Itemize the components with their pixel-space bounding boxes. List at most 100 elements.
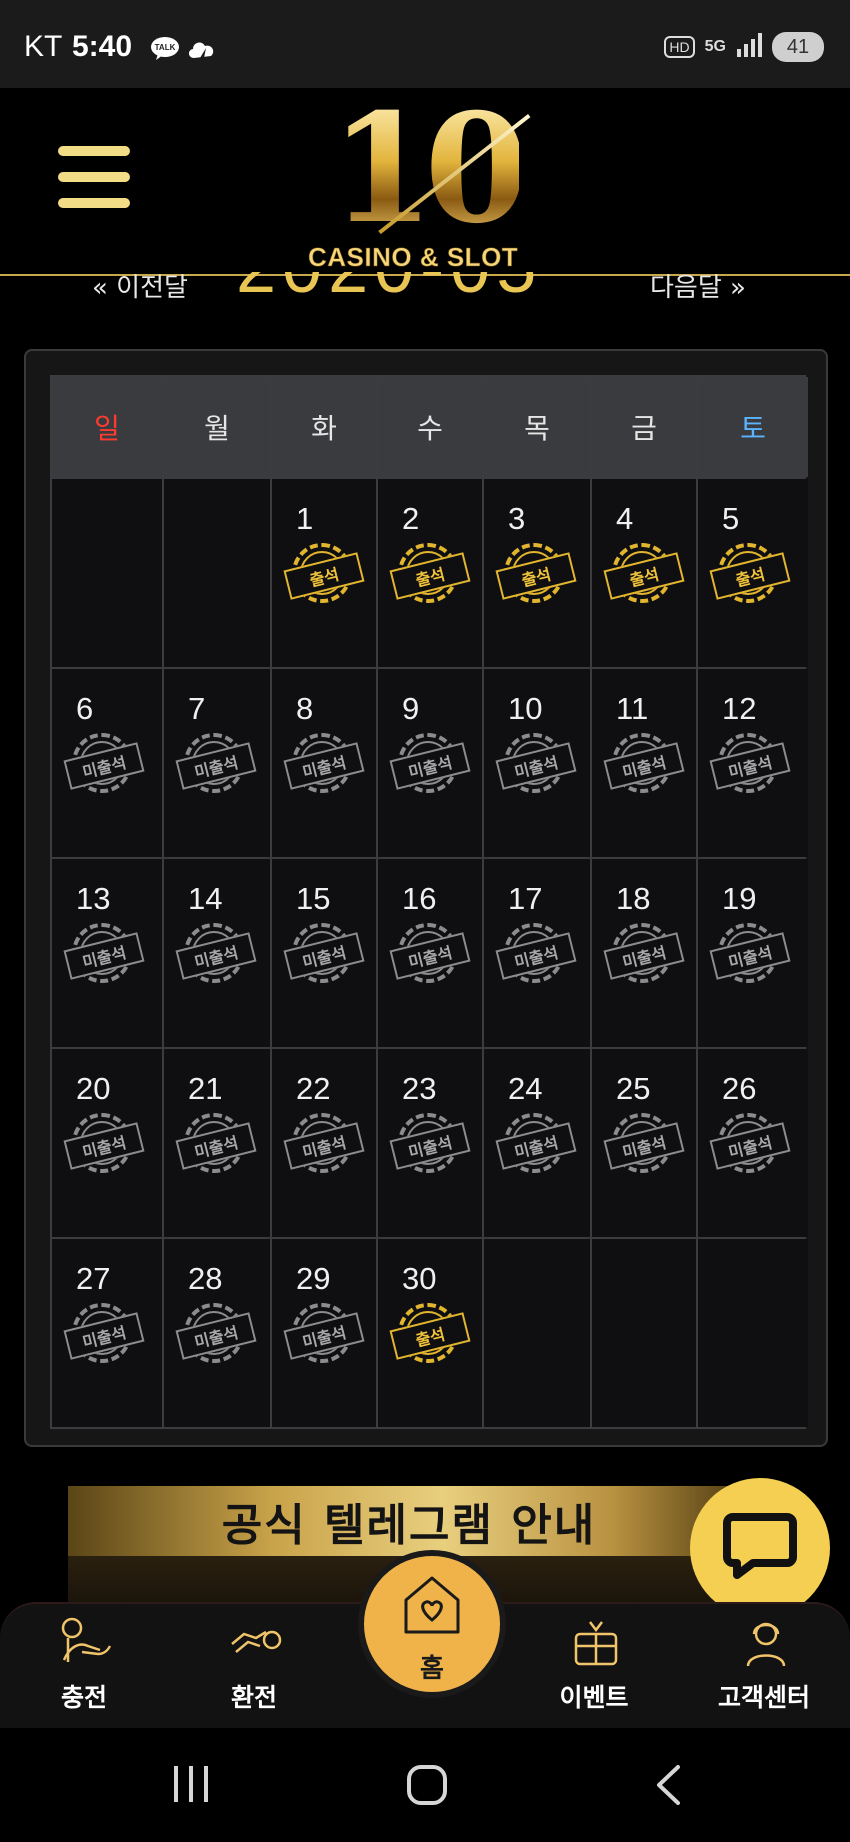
calendar-day-2[interactable]: 2 출석 (378, 479, 482, 667)
day-number: 9 (402, 691, 420, 726)
exchange-hand-icon (230, 1616, 282, 1668)
missed-stamp-icon: 미출석 (603, 1113, 685, 1179)
missed-stamp-icon: 미출석 (495, 733, 577, 799)
calendar-day-1[interactable]: 1 출석 (272, 479, 376, 667)
attended-stamp-icon: 출석 (603, 543, 685, 609)
day-number: 5 (722, 501, 740, 536)
day-number: 12 (722, 691, 757, 726)
nav-event[interactable]: 이벤트 (534, 1604, 654, 1730)
calendar-day-18[interactable]: 18 미출석 (592, 859, 696, 1047)
calendar-day-11[interactable]: 11 미출석 (592, 669, 696, 857)
missed-stamp-icon: 미출석 (175, 923, 257, 989)
calendar-day-12[interactable]: 12 미출석 (698, 669, 808, 857)
missed-stamp-icon: 미출석 (175, 1113, 257, 1179)
system-navigation (0, 1728, 850, 1842)
talk-label: TALK (155, 43, 176, 52)
day-number: 1 (296, 501, 314, 536)
day-number: 20 (76, 1071, 111, 1106)
nav-support[interactable]: 고객센터 (704, 1604, 824, 1730)
calendar-day-empty (484, 1239, 590, 1427)
calendar-day-30[interactable]: 30 출석 (378, 1239, 482, 1427)
hd-icon: HD (664, 36, 695, 58)
calendar-day-28[interactable]: 28 미출석 (164, 1239, 270, 1427)
calendar-day-25[interactable]: 25 미출석 (592, 1049, 696, 1237)
calendar-day-10[interactable]: 10 미출석 (484, 669, 590, 857)
bottom-navigation: 충전 환전 홈 이벤트 고객센터 (0, 1550, 850, 1730)
day-number: 27 (76, 1261, 111, 1296)
casino-logo[interactable]: 10 CASINO & SLOT (300, 94, 550, 272)
calendar-day-empty (164, 479, 270, 667)
day-number: 4 (616, 501, 634, 536)
recent-apps-icon[interactable] (172, 1764, 210, 1808)
calendar-day-19[interactable]: 19 미출석 (698, 859, 808, 1047)
missed-stamp-icon: 미출석 (389, 1113, 471, 1179)
home-system-icon[interactable] (406, 1764, 448, 1810)
calendar-day-23[interactable]: 23 미출석 (378, 1049, 482, 1237)
day-number: 28 (188, 1261, 223, 1296)
day-number: 23 (402, 1071, 437, 1106)
missed-stamp-icon: 미출석 (283, 733, 365, 799)
day-number: 24 (508, 1071, 543, 1106)
nav-home-label: 홈 (420, 1654, 444, 1684)
5g-icon: 5G (704, 38, 726, 55)
weekday-mon: 월 (164, 377, 270, 477)
day-number: 3 (508, 501, 526, 536)
kakaotalk-icon: TALK (150, 36, 180, 64)
attended-stamp-icon: 출석 (495, 543, 577, 609)
day-number: 10 (508, 691, 543, 726)
next-month-link[interactable]: 다음달 » (650, 272, 746, 304)
gift-icon (570, 1616, 618, 1668)
nav-home[interactable]: 홈 (358, 1550, 506, 1698)
battery-indicator: 41 (772, 32, 824, 62)
calendar-day-6[interactable]: 6 미출석 (52, 669, 162, 857)
clock-time: 5:40 (72, 30, 133, 63)
back-icon[interactable] (654, 1764, 682, 1810)
calendar-day-16[interactable]: 16 미출석 (378, 859, 482, 1047)
calendar-day-13[interactable]: 13 미출석 (52, 859, 162, 1047)
calendar-day-3[interactable]: 3 출석 (484, 479, 590, 667)
missed-stamp-icon: 미출석 (709, 1113, 791, 1179)
nav-exchange-label: 환전 (230, 1683, 277, 1712)
calendar-day-26[interactable]: 26 미출석 (698, 1049, 808, 1237)
missed-stamp-icon: 미출석 (175, 1303, 257, 1369)
heart-house-icon (402, 1574, 462, 1642)
calendar-day-17[interactable]: 17 미출석 (484, 859, 590, 1047)
calendar-day-5[interactable]: 5 출석 (698, 479, 808, 667)
calendar-day-empty (52, 479, 162, 667)
chat-button[interactable] (690, 1478, 830, 1618)
day-number: 16 (402, 881, 437, 916)
calendar-day-15[interactable]: 15 미출석 (272, 859, 376, 1047)
calendar-day-27[interactable]: 27 미출석 (52, 1239, 162, 1427)
missed-stamp-icon: 미출석 (63, 923, 145, 989)
prev-month-link[interactable]: « 이전달 (92, 272, 188, 304)
calendar-day-empty (592, 1239, 696, 1427)
missed-stamp-icon: 미출석 (283, 923, 365, 989)
calendar-day-7[interactable]: 7 미출석 (164, 669, 270, 857)
calendar-day-8[interactable]: 8 미출석 (272, 669, 376, 857)
nav-charge[interactable]: 충전 (24, 1604, 144, 1730)
calendar-day-14[interactable]: 14 미출석 (164, 859, 270, 1047)
status-icons: HD 5G 41 (664, 32, 824, 62)
calendar-day-24[interactable]: 24 미출석 (484, 1049, 590, 1237)
weekday-tue: 화 (272, 377, 376, 477)
calendar-day-9[interactable]: 9 미출석 (378, 669, 482, 857)
nav-event-label: 이벤트 (559, 1683, 629, 1712)
missed-stamp-icon: 미출석 (63, 1113, 145, 1179)
day-number: 7 (188, 691, 206, 726)
calendar-day-20[interactable]: 20 미출석 (52, 1049, 162, 1237)
hamburger-icon[interactable] (58, 146, 130, 208)
calendar-day-4[interactable]: 4 출석 (592, 479, 696, 667)
attended-stamp-icon: 출석 (389, 543, 471, 609)
nav-exchange[interactable]: 환전 (194, 1604, 314, 1730)
calendar-day-22[interactable]: 22 미출석 (272, 1049, 376, 1237)
nav-support-label: 고객센터 (717, 1683, 810, 1712)
day-number: 26 (722, 1071, 757, 1106)
missed-stamp-icon: 미출석 (175, 733, 257, 799)
calendar-day-21[interactable]: 21 미출석 (164, 1049, 270, 1237)
telegram-banner[interactable]: 공식 텔레그램 안내 (68, 1486, 750, 1556)
missed-stamp-icon: 미출석 (709, 923, 791, 989)
day-number: 29 (296, 1261, 331, 1296)
missed-stamp-icon: 미출석 (603, 733, 685, 799)
calendar-day-29[interactable]: 29 미출석 (272, 1239, 376, 1427)
attended-stamp-icon: 출석 (283, 543, 365, 609)
